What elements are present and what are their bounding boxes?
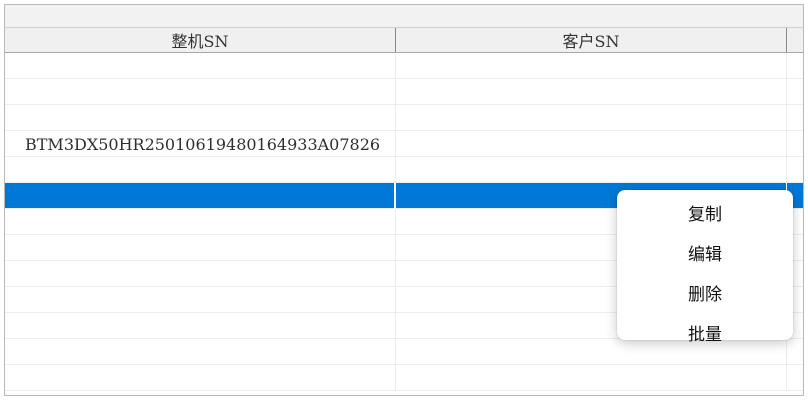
cell-machine-sn[interactable] [5,183,396,209]
table-row[interactable]: BTM3DX50HR25010619480164933A07826 [5,131,803,157]
cell-machine-sn[interactable] [5,79,396,105]
column-header-customer-sn[interactable]: 客户SN [396,28,787,52]
cell-customer-sn[interactable] [396,79,787,105]
table-row[interactable] [5,157,803,183]
column-header-machine-sn[interactable]: 整机SN [5,28,396,52]
cell-machine-sn[interactable] [5,261,396,287]
cell-machine-sn[interactable] [5,339,396,365]
table-row[interactable] [5,105,803,131]
menu-item-batch[interactable]: 批量 [617,314,793,351]
table-row[interactable] [5,53,803,79]
cell-customer-sn[interactable] [396,53,787,79]
cell-customer-sn[interactable] [396,131,787,157]
cell-machine-sn[interactable] [5,53,396,79]
column-header-filler [787,28,803,52]
cell-machine-sn[interactable] [5,365,396,391]
cell-machine-sn[interactable] [5,235,396,261]
cell-customer-sn[interactable] [396,157,787,183]
cell-customer-sn[interactable] [396,365,787,391]
cell-machine-sn[interactable] [5,157,396,183]
cell-machine-sn[interactable] [5,287,396,313]
toolbar-strip [5,5,803,28]
menu-item-delete[interactable]: 删除 [617,274,793,311]
cell-customer-sn[interactable] [396,105,787,131]
table-header: 整机SN 客户SN [5,28,803,53]
cell-machine-sn[interactable]: BTM3DX50HR25010619480164933A07826 [5,131,396,157]
context-menu: 复制 编辑 删除 批量 [617,190,793,345]
menu-item-edit[interactable]: 编辑 [617,234,793,271]
cell-machine-sn[interactable] [5,209,396,235]
menu-item-copy[interactable]: 复制 [617,194,793,231]
cell-machine-sn[interactable] [5,105,396,131]
cell-machine-sn[interactable] [5,313,396,339]
table-row[interactable] [5,79,803,105]
table-row[interactable] [5,365,803,391]
